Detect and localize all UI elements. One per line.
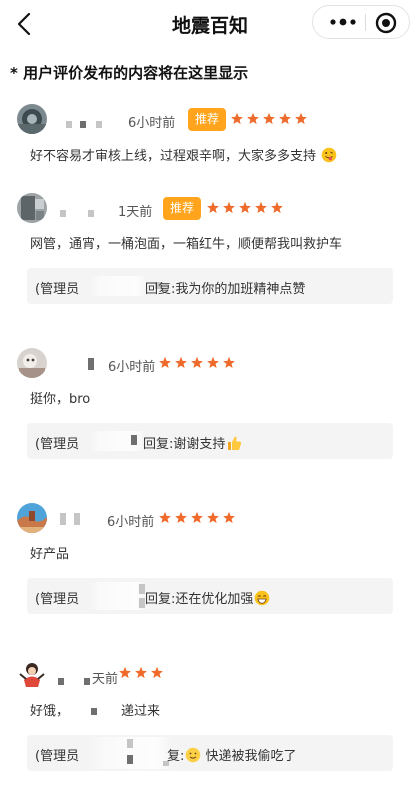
reply-label: (管理员 [35,592,80,607]
review-item: 6小时前 挺你，bro (管理员 回复:谢谢支持 [0,348,420,463]
admin-reply: (管理员 复: 快递被我偷吃了 [27,735,393,771]
review-item: 6小时前 推荐 好不容易才审核上线，过程艰辛啊，大家多多支持 [0,104,420,174]
star-icon [295,112,307,125]
reply-label: (管理员 [35,437,80,452]
star-icon [255,201,267,214]
reply-text: 复: 快递被我偷吃了 [167,747,297,764]
username-masked [60,511,90,525]
review-time: 天前 [92,672,119,687]
star-icon [279,112,291,125]
avatar[interactable] [17,503,47,533]
rating-stars [159,511,235,524]
avatar[interactable] [17,193,47,223]
username-masked [86,356,102,370]
star-icon [151,666,163,679]
avatar[interactable] [17,348,47,378]
masked-glyph [91,708,98,715]
review-time: 6小时前 [107,515,155,530]
star-icon [223,201,235,214]
star-icon [175,356,187,369]
review-item: 天前 好饿， 递过来 (管理员 复: 快递被我偷吃了 [0,660,420,808]
star-icon [207,201,219,214]
star-icon [223,356,235,369]
reply-text: 回复:还在优化加强 [145,588,270,607]
admin-reply: (管理员 回复:谢谢支持 [27,423,393,459]
masked-glyph [131,435,137,445]
review-content: 好产品 [30,547,70,562]
reply-label: (管理员 [35,749,80,764]
capsule-divider [365,14,366,31]
star-icon [239,201,251,214]
rating-stars [119,666,163,679]
star-icon [271,201,283,214]
recommend-badge: 推荐 [188,108,227,131]
tongue-emoji-icon [321,147,337,163]
target-circle-icon[interactable] [375,12,397,34]
smile-emoji-icon [186,747,201,763]
avatar[interactable] [17,660,47,690]
review-item: 1天前 推荐 网管，通宵，一桶泡面，一箱红牛，顺便帮我叫救护车 (管理员 回复:… [0,193,420,308]
review-content: 好不容易才审核上线，过程艰辛啊，大家多多支持 [30,145,337,164]
username-masked [60,207,100,221]
more-dots-icon[interactable] [325,6,361,38]
username-masked [66,118,106,132]
star-icon [231,112,243,125]
mini-program-capsule [312,5,410,39]
review-content: 挺你，bro [30,392,91,407]
recommend-badge: 推荐 [163,197,202,220]
masked-glyph [127,739,133,748]
reply-label: (管理员 [35,282,80,297]
review-time: 6小时前 [128,116,176,131]
rating-stars [159,356,235,369]
review-content: 好饿， 递过来 [30,704,161,719]
star-icon [223,511,235,524]
star-icon [191,511,203,524]
reply-text: 回复:谢谢支持 [143,433,242,452]
review-time: 1天前 [118,205,153,220]
avatar[interactable] [17,104,47,134]
rating-stars [231,112,307,125]
navigation-bar: 地震百知 [0,0,420,48]
masked-glyph [127,755,133,764]
star-icon [191,356,203,369]
admin-reply: (管理员 回复:我为你的加班精神点赞 [27,268,393,304]
grin-emoji-icon [255,590,270,606]
review-time: 6小时前 [108,360,156,375]
rating-stars [207,201,283,214]
star-icon [247,112,259,125]
star-icon [175,511,187,524]
masked-admin-name [89,276,147,296]
star-icon [207,511,219,524]
reply-text: 回复:我为你的加班精神点赞 [145,282,306,297]
thumbs-up-emoji-icon [228,436,242,450]
star-icon [159,511,171,524]
admin-reply: (管理员 回复:还在优化加强 [27,578,393,614]
star-icon [263,112,275,125]
star-icon [159,356,171,369]
review-content: 网管，通宵，一桶泡面，一箱红牛，顺便帮我叫救护车 [30,237,343,252]
star-icon [135,666,147,679]
notice-text: * 用户评价发布的内容将在这里显示 [10,64,249,82]
review-item: 6小时前 好产品 (管理员 回复:还在优化加强 [0,503,420,618]
star-icon [207,356,219,369]
star-icon [119,666,131,679]
